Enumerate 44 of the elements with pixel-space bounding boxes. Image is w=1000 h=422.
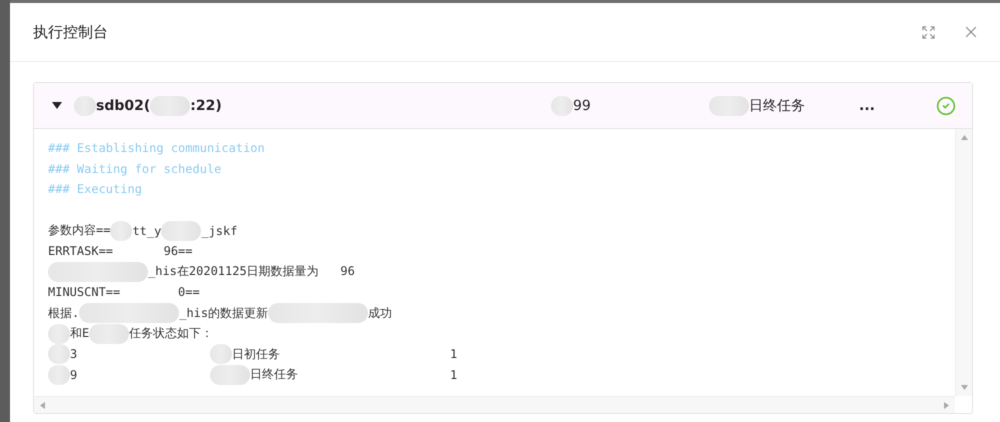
scroll-down-icon[interactable] — [960, 385, 968, 390]
log-text: 日初任务 — [232, 346, 280, 363]
log-text: 成功 — [368, 304, 392, 322]
log-text: sdb02( — [96, 98, 150, 114]
log-text: 日终任务 — [250, 366, 298, 384]
horizontal-scrollbar[interactable] — [34, 396, 955, 413]
redacted-mark — [48, 344, 70, 364]
scroll-right-icon[interactable] — [944, 402, 949, 408]
redacted-mark — [110, 220, 132, 241]
log-text: tt_y — [132, 224, 162, 238]
log-text: 99 — [573, 98, 591, 114]
more-text: ... — [859, 98, 876, 114]
log-text: _jskf — [201, 224, 238, 238]
log-text: 1 — [450, 368, 458, 382]
redacted-mark — [74, 96, 96, 116]
redacted-mark — [551, 96, 573, 116]
log-text: 日终任务 — [749, 96, 805, 114]
log-text: :22) — [190, 98, 222, 114]
redacted-mark — [150, 96, 190, 116]
redacted-mark — [161, 220, 202, 241]
log-text: ### Establishing communication — [48, 141, 265, 156]
log-text: ### Waiting for schedule — [48, 162, 222, 176]
log-text: _his在20201125日期数据量为 96 — [148, 263, 355, 280]
log-text: 根据. — [48, 304, 80, 322]
log-text: 1 — [450, 347, 458, 362]
log-text: 和E — [70, 325, 90, 342]
log-text: 9 — [70, 368, 78, 382]
redacted-mark — [48, 364, 70, 385]
task-header[interactable]: sdb02( :22) 99 日终任务 ... — [34, 83, 972, 129]
log-text: ### Executing — [48, 182, 142, 196]
log-text: 任务状态如下： — [129, 325, 214, 342]
dialog-title: 执行控制台 — [33, 22, 109, 42]
log-text: MINUSCNT== 0== — [48, 285, 200, 300]
log-text: _his的数据更新 — [179, 304, 268, 322]
fullscreen-icon[interactable] — [921, 24, 936, 40]
log-text: 参数内容== — [48, 222, 110, 240]
log-text: 3 — [70, 347, 78, 362]
redacted-mark — [48, 324, 70, 344]
scroll-left-icon[interactable] — [40, 402, 45, 408]
log-text: ERRTASK== 96== — [48, 244, 192, 258]
vertical-scrollbar[interactable] — [955, 129, 972, 396]
redacted-mark — [709, 96, 749, 116]
caret-icon[interactable] — [52, 102, 62, 109]
scroll-up-icon[interactable] — [960, 135, 968, 140]
